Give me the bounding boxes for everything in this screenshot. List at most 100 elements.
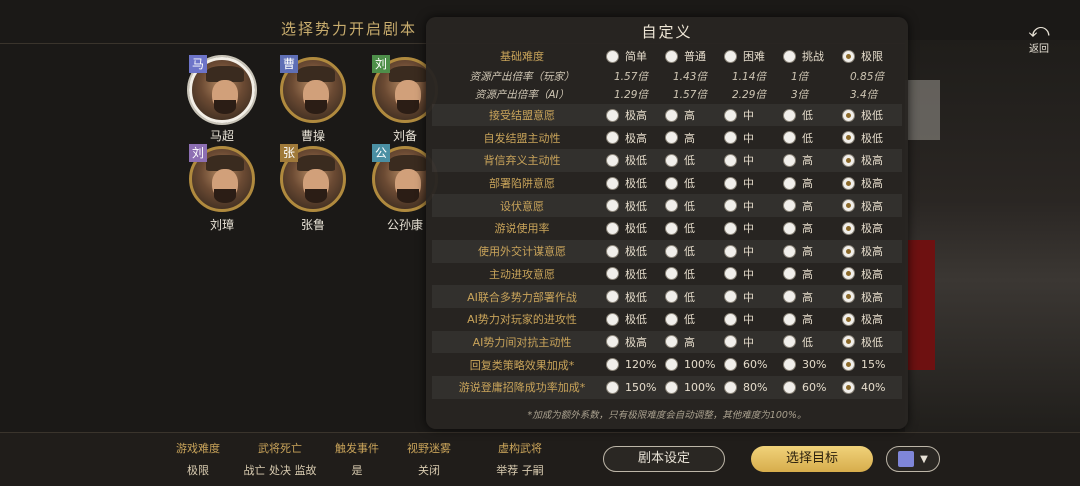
radio-option[interactable]: 40%: [842, 380, 901, 394]
radio-option[interactable]: 低: [665, 152, 724, 168]
radio-option[interactable]: 极限: [842, 48, 901, 64]
radio-button[interactable]: [665, 358, 678, 372]
radio-button[interactable]: [606, 49, 619, 63]
radio-button[interactable]: [665, 267, 678, 281]
radio-button[interactable]: [842, 244, 855, 258]
radio-option[interactable]: 低: [665, 266, 724, 282]
radio-option[interactable]: 低: [665, 175, 724, 191]
radio-option[interactable]: 极高: [842, 152, 901, 168]
radio-option[interactable]: 高: [783, 152, 842, 168]
radio-option[interactable]: 困难: [724, 48, 783, 64]
radio-button[interactable]: [724, 49, 737, 63]
radio-option[interactable]: 极低: [606, 243, 665, 259]
radio-button[interactable]: [606, 335, 619, 349]
radio-button[interactable]: [606, 153, 619, 167]
radio-option[interactable]: 极低: [842, 130, 901, 146]
radio-option[interactable]: 高: [783, 175, 842, 191]
radio-button[interactable]: [606, 380, 619, 394]
radio-option[interactable]: 极低: [606, 152, 665, 168]
radio-button[interactable]: [606, 358, 619, 372]
radio-option[interactable]: 极低: [606, 266, 665, 282]
radio-button[interactable]: [724, 380, 737, 394]
radio-option[interactable]: 80%: [724, 380, 783, 394]
radio-button[interactable]: [842, 267, 855, 281]
radio-button[interactable]: [842, 199, 855, 213]
radio-option[interactable]: 极高: [842, 243, 901, 259]
radio-option[interactable]: 高: [783, 311, 842, 327]
select-target-button[interactable]: 选择目标: [751, 446, 873, 472]
radio-button[interactable]: [665, 153, 678, 167]
radio-button[interactable]: [842, 358, 855, 372]
faction-card[interactable]: 曹曹操: [278, 55, 348, 144]
radio-option[interactable]: 极高: [606, 107, 665, 123]
radio-option[interactable]: 低: [665, 220, 724, 236]
radio-button[interactable]: [783, 176, 796, 190]
radio-option[interactable]: 低: [783, 107, 842, 123]
radio-button[interactable]: [665, 199, 678, 213]
radio-option[interactable]: 中: [724, 220, 783, 236]
radio-option[interactable]: 极高: [842, 198, 901, 214]
radio-option[interactable]: 低: [783, 130, 842, 146]
radio-button[interactable]: [724, 335, 737, 349]
radio-button[interactable]: [724, 267, 737, 281]
radio-button[interactable]: [724, 312, 737, 326]
radio-button[interactable]: [606, 244, 619, 258]
radio-button[interactable]: [842, 221, 855, 235]
radio-option[interactable]: 中: [724, 311, 783, 327]
radio-option[interactable]: 极低: [606, 220, 665, 236]
radio-button[interactable]: [665, 131, 678, 145]
radio-button[interactable]: [783, 335, 796, 349]
faction-card[interactable]: 张张鲁: [278, 144, 348, 233]
radio-option[interactable]: 中: [724, 130, 783, 146]
radio-button[interactable]: [665, 312, 678, 326]
radio-button[interactable]: [783, 108, 796, 122]
radio-option[interactable]: 极高: [842, 266, 901, 282]
radio-option[interactable]: 中: [724, 334, 783, 350]
radio-button[interactable]: [842, 108, 855, 122]
radio-button[interactable]: [724, 153, 737, 167]
radio-button[interactable]: [842, 290, 855, 304]
radio-option[interactable]: 100%: [665, 380, 724, 394]
radio-option[interactable]: 100%: [665, 358, 724, 372]
radio-button[interactable]: [783, 49, 796, 63]
radio-option[interactable]: 15%: [842, 358, 901, 372]
radio-option[interactable]: 极高: [606, 334, 665, 350]
radio-option[interactable]: 极低: [606, 175, 665, 191]
radio-option[interactable]: 极低: [606, 311, 665, 327]
radio-option[interactable]: 极高: [606, 130, 665, 146]
radio-option[interactable]: 60%: [783, 380, 842, 394]
radio-button[interactable]: [783, 358, 796, 372]
radio-button[interactable]: [606, 199, 619, 213]
radio-option[interactable]: 极高: [842, 220, 901, 236]
radio-option[interactable]: 中: [724, 175, 783, 191]
faction-color-dropdown[interactable]: ▼: [886, 446, 940, 472]
radio-option[interactable]: 极高: [842, 289, 901, 305]
radio-option[interactable]: 60%: [724, 358, 783, 372]
radio-button[interactable]: [842, 153, 855, 167]
radio-button[interactable]: [606, 267, 619, 281]
faction-card[interactable]: 马马超: [187, 55, 257, 144]
radio-option[interactable]: 150%: [606, 380, 665, 394]
radio-option[interactable]: 高: [783, 289, 842, 305]
radio-button[interactable]: [842, 176, 855, 190]
script-settings-button[interactable]: 剧本设定: [603, 446, 725, 472]
radio-button[interactable]: [665, 176, 678, 190]
radio-button[interactable]: [783, 131, 796, 145]
radio-option[interactable]: 低: [665, 198, 724, 214]
radio-option[interactable]: 极低: [842, 107, 901, 123]
radio-button[interactable]: [724, 199, 737, 213]
radio-button[interactable]: [842, 312, 855, 326]
radio-button[interactable]: [665, 244, 678, 258]
radio-button[interactable]: [665, 290, 678, 304]
radio-option[interactable]: 极低: [842, 334, 901, 350]
radio-button[interactable]: [783, 153, 796, 167]
radio-button[interactable]: [724, 108, 737, 122]
radio-option[interactable]: 高: [783, 243, 842, 259]
radio-option[interactable]: 中: [724, 198, 783, 214]
radio-button[interactable]: [606, 131, 619, 145]
radio-button[interactable]: [842, 335, 855, 349]
radio-button[interactable]: [724, 290, 737, 304]
radio-button[interactable]: [783, 380, 796, 394]
radio-button[interactable]: [606, 176, 619, 190]
radio-option[interactable]: 低: [783, 334, 842, 350]
